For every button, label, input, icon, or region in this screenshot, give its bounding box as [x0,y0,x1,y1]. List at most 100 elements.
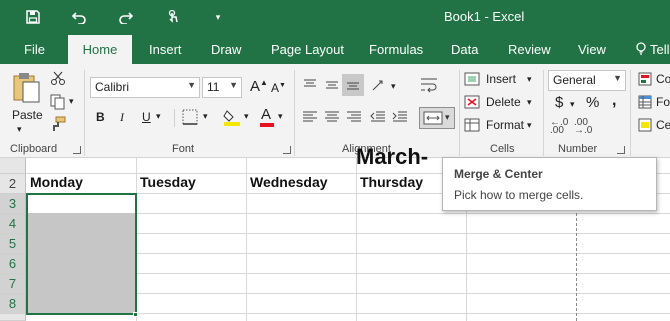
align-middle-icon[interactable] [324,78,340,92]
selection-border[interactable] [26,193,137,315]
shrink-font-button[interactable]: A▼ [271,81,286,95]
fill-color-icon[interactable] [222,107,242,127]
row-header[interactable]: 2 [0,174,26,194]
insert-cells-icon[interactable] [464,72,480,86]
redo-icon[interactable] [115,6,137,28]
underline-button[interactable]: U [142,110,151,124]
font-color-swatch [260,123,274,127]
number-format-value: General [553,73,596,87]
percent-button[interactable]: % [586,94,599,111]
save-icon[interactable] [22,6,44,28]
delete-dropdown-icon[interactable]: ▾ [527,97,532,108]
cell-styles-button[interactable]: Ce [656,118,670,132]
grow-font-button[interactable]: A▲ [250,78,268,95]
fill-color-dropdown-icon[interactable]: ▾ [244,111,249,122]
group-divider [543,70,544,156]
paste-dropdown-icon[interactable]: ▾ [17,124,22,135]
sheet-title-cell[interactable]: March- [356,144,442,170]
align-left-icon[interactable] [302,110,318,124]
format-cells-icon[interactable] [464,118,480,132]
copy-icon[interactable] [50,94,66,110]
row-header[interactable]: 4 [0,214,26,234]
row-header[interactable]: 3 [0,194,26,214]
currency-button[interactable]: $ [555,94,563,111]
conditional-formatting-icon[interactable] [638,72,652,86]
font-name-select[interactable]: Calibri ▼ [90,77,200,98]
fill-handle[interactable] [133,312,138,317]
underline-dropdown-icon[interactable]: ▾ [156,111,161,122]
cut-icon[interactable] [50,70,66,86]
orientation-dropdown-icon[interactable]: ▾ [391,81,396,92]
format-cells-button[interactable]: Format [486,118,524,132]
currency-dropdown-icon[interactable]: ▾ [570,99,575,110]
italic-button[interactable]: I [120,110,124,125]
number-launcher-icon[interactable] [617,146,625,154]
tab-data[interactable]: Data [451,42,478,57]
tab-formulas[interactable]: Formulas [369,42,423,57]
customize-qat-icon[interactable]: ▾ [207,6,229,28]
tell-me-icon[interactable] [636,42,646,59]
cell-styles-icon[interactable] [638,118,652,132]
cell-wednesday[interactable]: Wednesday [250,174,328,194]
format-painter-icon[interactable] [50,116,66,132]
align-right-icon[interactable] [346,110,362,124]
insert-dropdown-icon[interactable]: ▾ [527,74,532,85]
font-color-dropdown-icon[interactable]: ▾ [278,111,283,122]
format-as-table-icon[interactable] [638,95,652,109]
insert-cells-button[interactable]: Insert [486,72,516,86]
group-divider [84,70,85,156]
cell-thursday[interactable]: Thursday [360,174,423,194]
font-size-select[interactable]: 11 ▼ [202,77,242,98]
increase-indent-icon[interactable] [392,110,408,124]
decrease-indent-icon[interactable] [370,110,386,124]
divider [174,109,175,127]
align-center-icon[interactable] [324,110,340,124]
row-header[interactable]: 6 [0,254,26,274]
borders-dropdown-icon[interactable]: ▾ [203,111,208,122]
font-name-value: Calibri [95,80,130,94]
format-dropdown-icon[interactable]: ▾ [527,120,532,131]
borders-icon[interactable] [181,108,199,126]
tab-insert[interactable]: Insert [149,42,182,57]
paste-icon[interactable] [11,70,43,104]
merge-center-button[interactable]: ▾ [419,107,455,129]
clipboard-launcher-icon[interactable] [73,146,81,154]
increase-decimal-icon[interactable]: ←.0.00 [550,117,568,136]
copy-dropdown-icon[interactable]: ▾ [69,96,74,107]
row-header[interactable]: 5 [0,234,26,254]
row-header-9[interactable] [0,314,26,321]
tab-review[interactable]: Review [508,42,551,57]
row-header[interactable]: 7 [0,274,26,294]
row-header-1[interactable] [0,158,26,174]
undo-icon[interactable] [68,6,90,28]
tab-draw[interactable]: Draw [211,42,241,57]
tab-view[interactable]: View [578,42,606,57]
row-header[interactable]: 8 [0,294,26,314]
bold-button[interactable]: B [96,110,105,124]
font-color-icon[interactable]: A [259,106,275,128]
font-size-value: 11 [207,80,220,94]
cell-tuesday[interactable]: Tuesday [140,174,196,194]
touch-mode-icon[interactable] [163,6,185,28]
chevron-down-icon: ▼ [187,80,196,90]
tab-tell-me[interactable]: Tell [650,42,670,57]
tab-page-layout[interactable]: Page Layout [271,42,344,57]
comma-button[interactable]: , [612,92,616,110]
tab-home[interactable]: Home [68,35,132,64]
paste-button[interactable]: Paste [12,108,43,122]
font-launcher-icon[interactable] [283,146,291,154]
ribbon-tabs: File Home Insert Draw Page Layout Formul… [0,35,670,64]
cell-monday[interactable]: Monday [30,174,83,194]
number-format-select[interactable]: General ▼ [548,70,626,91]
delete-cells-icon[interactable] [464,95,480,109]
conditional-formatting-button[interactable]: Co [656,72,670,86]
format-as-table-button[interactable]: Fo [656,95,670,109]
align-bottom-button[interactable] [342,74,364,96]
wrap-text-icon[interactable] [419,76,439,94]
tab-file[interactable]: File [24,42,45,57]
decrease-decimal-icon[interactable]: .00 →.0 [574,117,592,136]
orientation-icon[interactable] [370,77,390,93]
delete-cells-button[interactable]: Delete [486,95,521,109]
align-top-icon[interactable] [302,78,318,92]
merge-dropdown-icon[interactable]: ▾ [445,112,450,123]
